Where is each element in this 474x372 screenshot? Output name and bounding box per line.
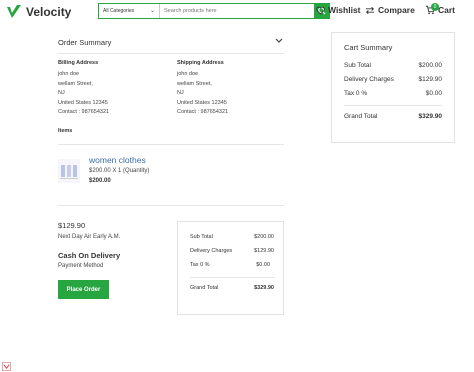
product-name-link[interactable]: women clothes xyxy=(89,155,146,165)
shipping-address: john doe wellam Street, NJ United States… xyxy=(177,70,228,118)
subtotal-value: $200.00 xyxy=(254,234,274,240)
shipping-address-heading: Shipping Address xyxy=(177,60,224,66)
shipping-line: United States 12345 xyxy=(177,99,227,106)
billing-line: United States 12345 xyxy=(58,99,108,106)
delivery-label: Delivery Charges xyxy=(190,248,233,254)
billing-line: wellam Street, xyxy=(58,80,93,87)
shipping-line: Contact : 987654321 xyxy=(177,109,229,116)
category-select-value: All Categories xyxy=(103,8,135,14)
delivery-value: $129.90 xyxy=(254,248,274,254)
cart-subtotal-value: $200.00 xyxy=(418,62,443,69)
divider xyxy=(58,144,284,145)
tax-label: Tax 0 % xyxy=(190,262,210,268)
divider xyxy=(58,53,284,54)
order-totals-box: Sub Total $200.00 Delivery Charges $129.… xyxy=(177,221,284,315)
cart-grand-total-label: Grand Total xyxy=(344,113,378,120)
wishlist-link[interactable]: Wishlist xyxy=(316,5,361,15)
cart-delivery-value: $129.90 xyxy=(418,76,443,83)
grand-total-label: Grand Total xyxy=(190,285,219,291)
shipping-method: Next Day Air Early A.M. xyxy=(58,234,121,240)
shipping-price: $129.90 xyxy=(58,221,86,230)
compare-arrows-icon xyxy=(365,6,375,14)
payment-method-title: Cash On Delivery xyxy=(58,251,121,260)
cart-subtotal-label: Sub Total xyxy=(344,62,371,69)
cart-label: Cart xyxy=(438,5,456,15)
heart-icon xyxy=(316,6,325,15)
debug-toolbar-icon[interactable] xyxy=(2,362,11,371)
search-bar: All Categories ⌄ xyxy=(98,3,330,19)
chevron-down-icon[interactable] xyxy=(275,38,283,44)
place-order-button[interactable]: Place Order xyxy=(58,280,109,299)
product-image[interactable] xyxy=(58,159,80,183)
billing-line: Contact : 987654321 xyxy=(58,109,110,116)
shipping-line: wellam Street, xyxy=(177,80,212,87)
category-select[interactable]: All Categories ⌄ xyxy=(99,4,160,18)
divider xyxy=(344,105,442,106)
cart-tax-value: $0.00 xyxy=(425,90,442,97)
grand-total-value: $329.90 xyxy=(254,285,274,291)
billing-address-heading: Billing Address xyxy=(58,60,99,66)
wishlist-label: Wishlist xyxy=(328,5,361,15)
cart-grand-total-value: $329.90 xyxy=(418,113,443,120)
cart-summary-panel: Cart Summary Sub Total $200.00 Delivery … xyxy=(331,32,455,143)
tax-value: $0.00 xyxy=(256,262,270,268)
shipping-line: NJ xyxy=(177,90,184,97)
divider xyxy=(190,277,275,278)
billing-line: john doe xyxy=(58,71,80,77)
payment-method-label: Payment Method xyxy=(58,263,104,269)
compare-link[interactable]: Compare xyxy=(365,5,415,15)
shipping-line: john doe xyxy=(177,71,199,77)
product-qty: $200.00 X 1 (Quantity) xyxy=(89,168,150,174)
subtotal-label: Sub Total xyxy=(190,234,213,240)
site-header: Velocity All Categories ⌄ Wishlist Compa… xyxy=(0,0,474,24)
cart-link[interactable]: Cart xyxy=(425,5,455,15)
velocity-logo-icon xyxy=(7,5,21,18)
divider xyxy=(58,205,284,206)
billing-address: john doe wellam Street, NJ United States… xyxy=(58,70,109,118)
cart-delivery-label: Delivery Charges xyxy=(344,76,394,83)
cart-summary-title: Cart Summary xyxy=(344,43,393,52)
billing-line: NJ xyxy=(58,90,65,97)
cart-count-badge: 0 xyxy=(431,3,439,11)
brand-logo[interactable]: Velocity xyxy=(6,3,71,21)
search-input[interactable] xyxy=(160,4,314,18)
order-summary-title: Order Summary xyxy=(58,38,112,47)
cart-tax-label: Tax 0 % xyxy=(344,90,368,97)
brand-name: Velocity xyxy=(26,5,72,19)
compare-label: Compare xyxy=(378,5,415,15)
product-price: $200.00 xyxy=(89,178,111,184)
chevron-down-icon: ⌄ xyxy=(149,8,155,14)
items-heading: Items xyxy=(58,128,73,134)
